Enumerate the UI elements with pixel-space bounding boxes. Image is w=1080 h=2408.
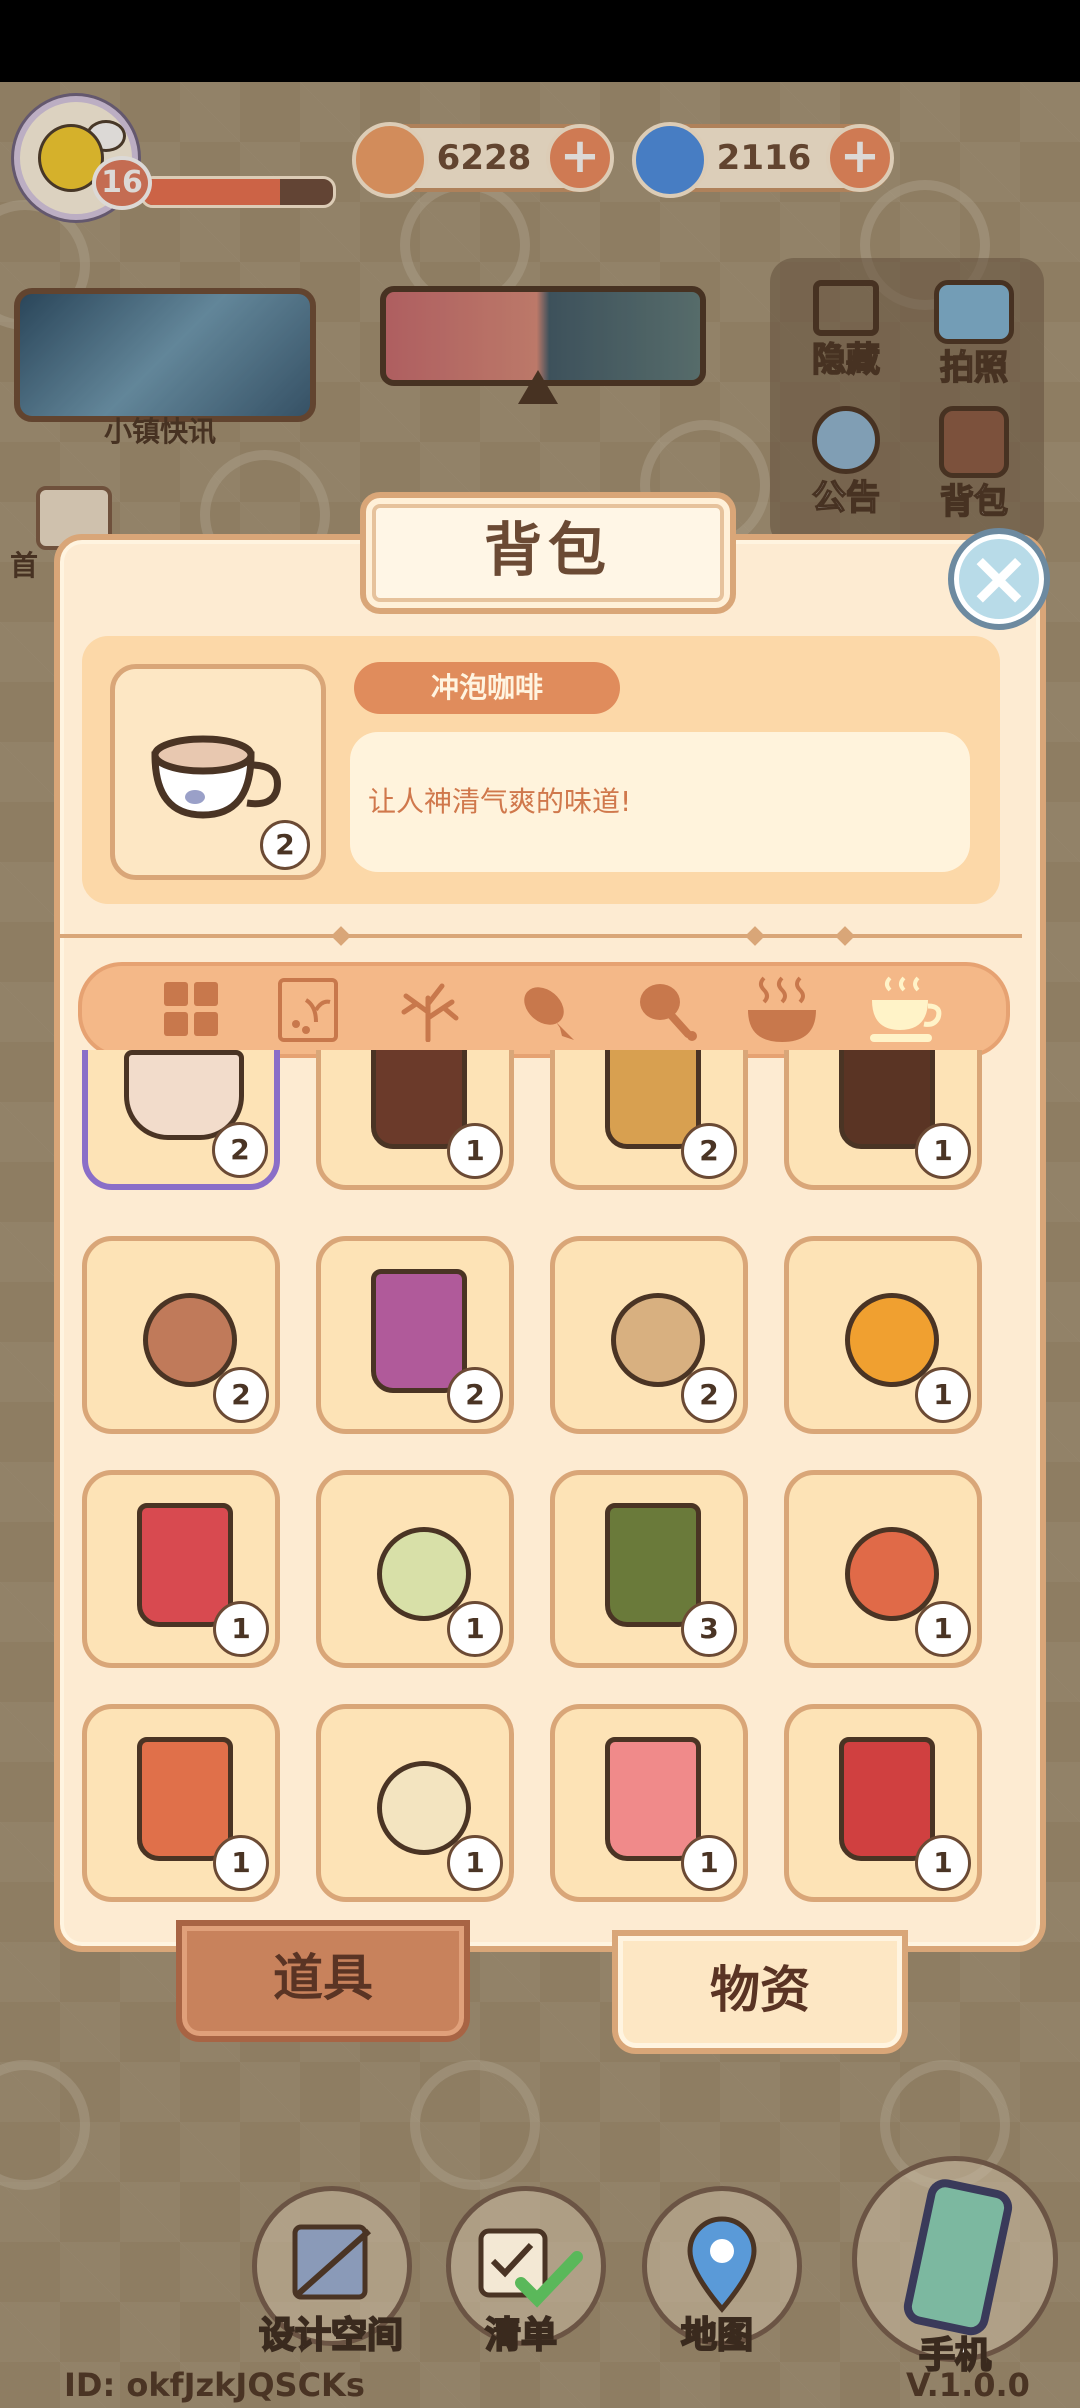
category-all[interactable] (152, 974, 232, 1046)
item-count-badge: 2 (681, 1367, 737, 1423)
item-count-badge: 2 (447, 1367, 503, 1423)
item-count-badge: 1 (213, 1835, 269, 1891)
checklist-label: 清单 (484, 2314, 558, 2357)
tab-materials-label: 物资 (710, 1961, 810, 2019)
description-text: 让人神清气爽的味道! (368, 785, 632, 818)
item-slot[interactable]: 1 (316, 1470, 514, 1668)
grid-icon (164, 982, 218, 1036)
item-slot[interactable]: 2 (82, 1050, 280, 1190)
item-slot[interactable]: 1 (82, 1704, 280, 1902)
drink-glass-icon (137, 1737, 233, 1861)
item-count-badge: 1 (213, 1601, 269, 1657)
item-slot[interactable]: 1 (550, 1704, 748, 1902)
item-count-badge: 1 (915, 1601, 971, 1657)
close-icon: × (967, 533, 1031, 622)
category-dishes[interactable] (742, 974, 822, 1046)
item-slot[interactable]: 2 (550, 1236, 748, 1434)
player-id: ID: okfJzkJQSCKs (64, 2366, 365, 2404)
category-meat[interactable] (628, 974, 708, 1046)
tab-tools[interactable]: 道具 (176, 1920, 470, 2042)
item-slot[interactable]: 2 (316, 1236, 514, 1434)
version-label: V.1.0.0 (906, 2366, 1030, 2404)
item-count-badge: 1 (915, 1367, 971, 1423)
item-count-badge: 1 (447, 1123, 503, 1179)
item-count-badge: 1 (915, 1123, 971, 1179)
drumstick-icon (640, 984, 697, 1041)
item-count-badge: 2 (212, 1122, 268, 1178)
coffee-cup-icon (870, 976, 942, 1042)
drink-glass-icon (137, 1503, 233, 1627)
drink-glass-icon (839, 1737, 935, 1861)
close-button[interactable]: × (948, 528, 1050, 630)
item-count-badge: 1 (915, 1835, 971, 1891)
item-grid: 2 1 2 1 2 2 2 1 1 1 3 1 1 1 1 1 (82, 1050, 1000, 1910)
item-slot[interactable]: 1 (784, 1470, 982, 1668)
item-count-badge: 3 (681, 1601, 737, 1657)
selected-item-description: 让人神清气爽的味道! (350, 732, 970, 872)
category-seeds[interactable] (268, 974, 348, 1046)
drink-glass-icon (605, 1737, 701, 1861)
item-count-badge: 1 (447, 1601, 503, 1657)
tab-tools-label: 道具 (273, 1949, 373, 2007)
drink-glass-icon (371, 1269, 467, 1393)
item-slot[interactable]: 1 (316, 1050, 514, 1190)
item-slot[interactable]: 1 (82, 1470, 280, 1668)
category-drinks[interactable] (864, 974, 944, 1046)
item-count-badge: 2 (213, 1367, 269, 1423)
map-label: 地图 (680, 2314, 754, 2357)
seedling-icon (278, 978, 338, 1042)
hot-bowl-icon (748, 976, 816, 1042)
tab-materials[interactable]: 物资 (612, 1930, 908, 2054)
item-slot[interactable]: 3 (550, 1470, 748, 1668)
item-slot[interactable]: 1 (316, 1704, 514, 1902)
item-slot[interactable]: 1 (784, 1050, 982, 1190)
item-count-badge: 1 (447, 1835, 503, 1891)
selected-item-count: 2 (260, 820, 310, 870)
panel-title: 背包 (360, 492, 736, 614)
drink-glass-icon (605, 1503, 701, 1627)
divider (60, 934, 1022, 938)
fish-icon (524, 987, 574, 1040)
status-bar (0, 0, 1080, 82)
category-bar (78, 962, 1010, 1058)
selected-item-name: 冲泡咖啡 (354, 662, 620, 714)
item-count-badge: 1 (681, 1835, 737, 1891)
item-slot[interactable]: 2 (82, 1236, 280, 1434)
category-fish[interactable] (508, 974, 588, 1046)
panel-title-text: 背包 (483, 516, 612, 584)
item-slot[interactable]: 1 (784, 1236, 982, 1434)
design-space-label: 设计空间 (258, 2314, 404, 2357)
plant-icon (401, 983, 459, 1042)
item-slot[interactable]: 2 (550, 1050, 748, 1190)
category-plants[interactable] (388, 974, 468, 1046)
item-slot[interactable]: 1 (784, 1704, 982, 1902)
item-count-badge: 2 (681, 1123, 737, 1179)
